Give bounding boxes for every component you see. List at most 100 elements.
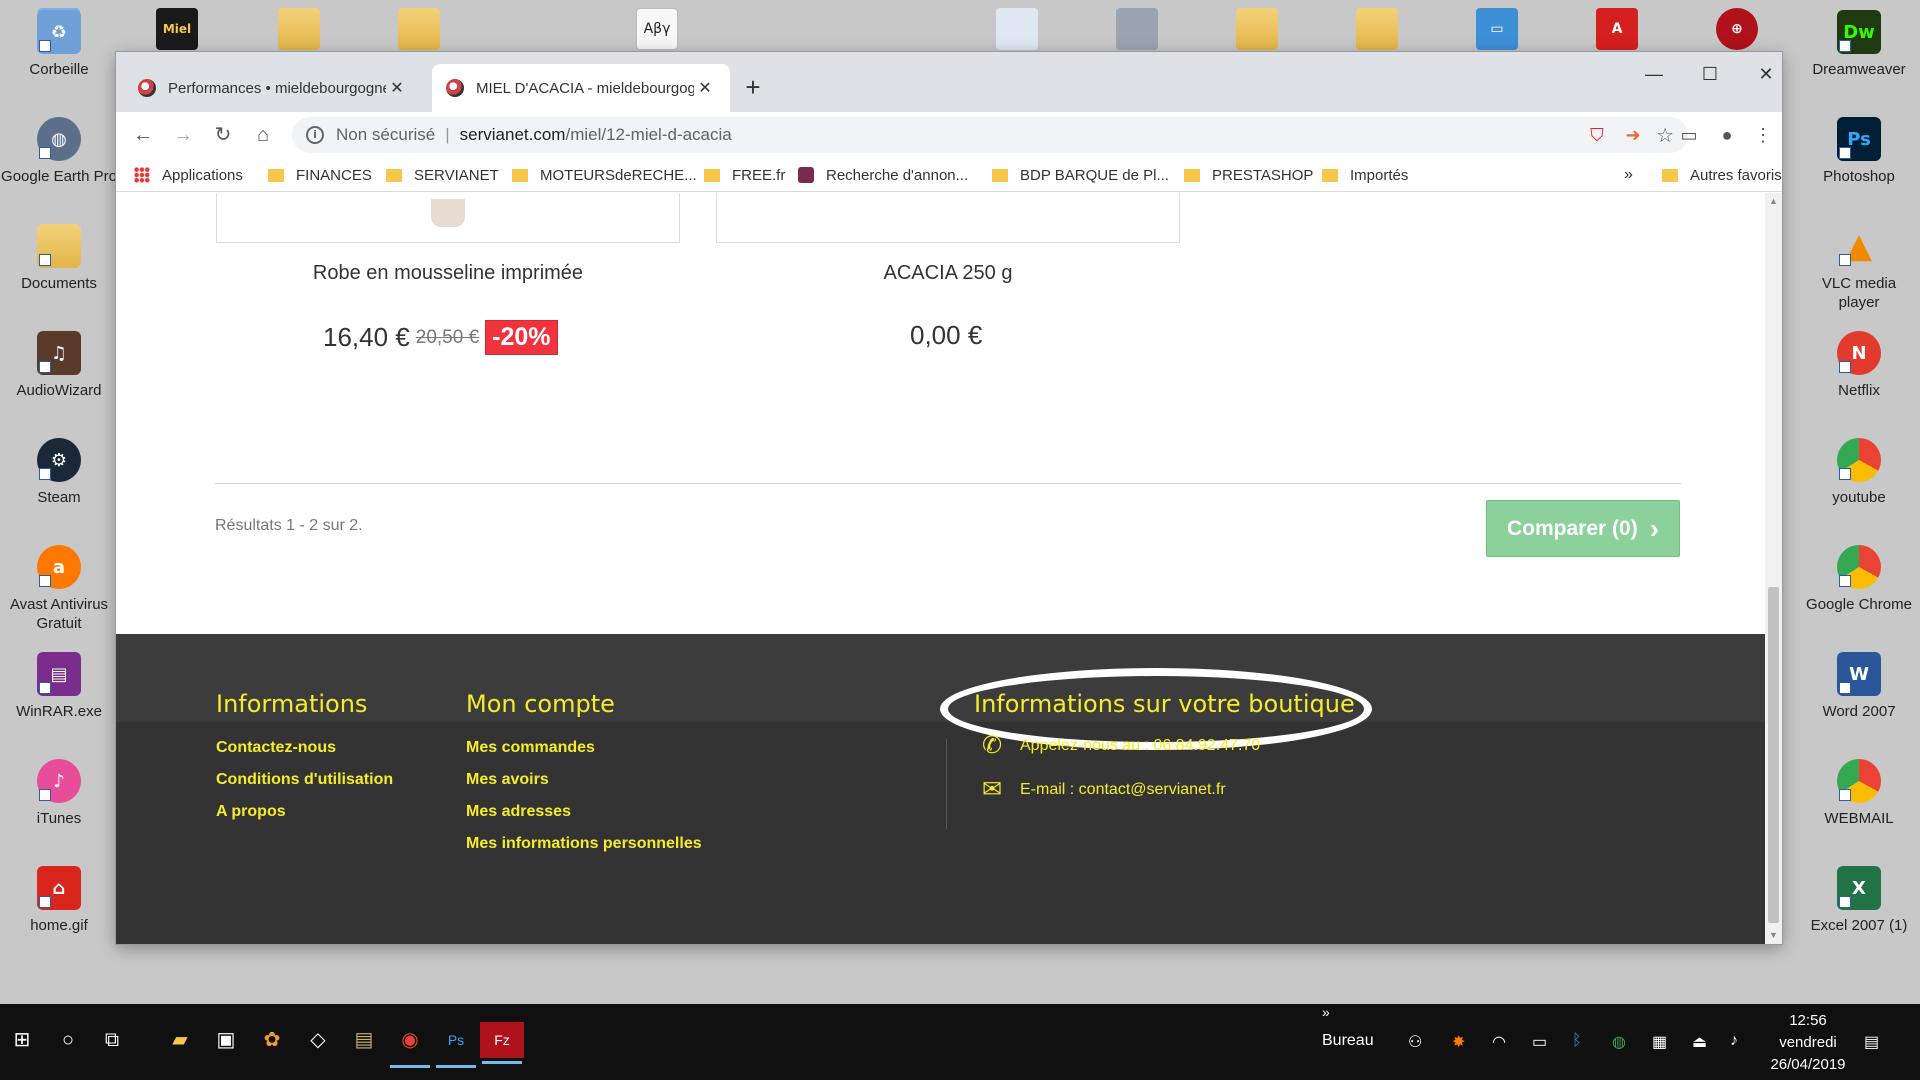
file-explorer-icon[interactable]: ▰ — [158, 1018, 202, 1062]
address-bar[interactable]: i Non sécurisé | servianet.com/miel/12-m… — [292, 117, 1688, 153]
vertical-scrollbar[interactable]: ▲ ▼ — [1765, 193, 1782, 944]
email-text[interactable]: E-mail : contact@servianet.fr — [1020, 781, 1226, 799]
document-icon[interactable] — [996, 8, 1038, 50]
avast-tray-icon[interactable]: ✸ — [1452, 1032, 1465, 1052]
ublock-shield-icon[interactable]: ⛉ — [1582, 120, 1612, 150]
desktop-icon-excel[interactable]: X Excel 2007 (1) — [1800, 866, 1918, 935]
folder-icon[interactable] — [278, 8, 320, 50]
character-map-icon[interactable]: Αβγ — [636, 8, 678, 50]
bookmark-star-icon[interactable]: ☆ — [1656, 123, 1674, 148]
other-bookmarks[interactable]: Autres favoris — [1662, 158, 1782, 192]
folder-icon[interactable] — [1236, 8, 1278, 50]
menu-icon[interactable]: ⋮ — [1748, 120, 1778, 150]
bookmark-servianet[interactable]: SERVIANET — [386, 158, 499, 192]
forward-button[interactable]: → — [168, 120, 198, 150]
extension-icon[interactable]: ➜ — [1618, 120, 1648, 150]
code-icon[interactable]: ◇ — [296, 1018, 340, 1062]
scroll-down-icon[interactable]: ▼ — [1765, 927, 1782, 944]
battery-icon[interactable]: ▭ — [1532, 1032, 1547, 1052]
desktop-icon-avast[interactable]: a Avast Antivirus Gratuit — [0, 545, 118, 633]
desktop-icon-vlc[interactable]: ▲ VLC media player — [1800, 224, 1918, 312]
paint-icon[interactable]: ✿ — [250, 1018, 294, 1062]
bookmark-recherche[interactable]: Recherche d'annon... — [798, 158, 968, 192]
usb-icon[interactable]: ⏏ — [1692, 1032, 1707, 1052]
desktop-toolbar-label[interactable]: Bureau — [1322, 1032, 1374, 1050]
photoshop-taskbar-icon[interactable]: Ps — [434, 1018, 478, 1068]
filezilla-icon[interactable]: Fz — [480, 1022, 524, 1064]
bookmark-free[interactable]: FREE.fr — [704, 158, 785, 192]
graduation-cap-icon[interactable] — [1116, 8, 1158, 50]
more-bookmarks-button[interactable]: » — [1624, 158, 1633, 192]
tab-performances[interactable]: Performances • mieldebourgogne ✕ — [124, 64, 422, 112]
maximize-button[interactable]: ☐ — [1682, 56, 1738, 92]
close-window-button[interactable]: ✕ — [1738, 56, 1794, 92]
desktop-icon-documents[interactable]: Documents — [0, 224, 118, 293]
desktop-icon-audiowizard[interactable]: ♫ AudioWizard — [0, 331, 118, 400]
store-icon[interactable]: ▣ — [204, 1018, 248, 1062]
search-icon[interactable]: ○ — [46, 1018, 90, 1062]
desktop-icon-word[interactable]: W Word 2007 — [1800, 652, 1918, 721]
desktop-icon-webmail[interactable]: WEBMAIL — [1800, 759, 1918, 828]
bookmark-finances[interactable]: FINANCES — [268, 158, 372, 192]
network-icon[interactable]: ◍ — [1612, 1032, 1626, 1052]
link-mes-adresses[interactable]: Mes adresses — [466, 796, 702, 828]
notifications-icon[interactable]: ▤ — [1864, 1032, 1879, 1052]
desktop-icon-google-earth[interactable]: ◍ Google Earth Pro — [0, 117, 118, 186]
bookmark-importes[interactable]: Importés — [1322, 158, 1408, 192]
cast-icon[interactable]: ▭ — [1674, 120, 1704, 150]
link-mes-avoirs[interactable]: Mes avoirs — [466, 764, 702, 796]
desktop-icon-photoshop[interactable]: Ps Photoshop — [1800, 117, 1918, 186]
home-button[interactable]: ⌂ — [248, 120, 278, 150]
desktop-icon-steam[interactable]: ⚙ Steam — [0, 438, 118, 507]
footer-email[interactable]: ✉ E-mail : contact@servianet.fr — [976, 775, 1226, 804]
desktop-icon-itunes[interactable]: ♪ iTunes — [0, 759, 118, 828]
bookmark-moteurs[interactable]: MOTEURSdeRECHE... — [512, 158, 697, 192]
miel-shortcut-icon[interactable]: Miel — [156, 8, 198, 50]
notepad-icon[interactable]: ▤ — [342, 1018, 386, 1062]
acrobat-icon[interactable]: A — [1596, 8, 1638, 50]
wifi-icon[interactable]: ◠ — [1492, 1032, 1506, 1052]
display-icon[interactable]: ▦ — [1652, 1032, 1667, 1052]
link-mes-commandes[interactable]: Mes commandes — [466, 732, 702, 764]
scrollbar-thumb[interactable] — [1768, 587, 1779, 923]
link-mes-informations[interactable]: Mes informations personnelles — [466, 828, 702, 860]
desktop-icon-netflix[interactable]: N Netflix — [1800, 331, 1918, 400]
system-clock[interactable]: 12:56 vendredi 26/04/2019 — [1764, 1010, 1852, 1076]
desktop-icon-corbeille[interactable]: ♻ Corbeille — [0, 10, 118, 79]
people-icon[interactable]: ⚇ — [1408, 1032, 1422, 1052]
web-globe-icon[interactable]: ⊕ — [1716, 8, 1758, 50]
close-tab-icon[interactable]: ✕ — [386, 78, 408, 98]
link-contact[interactable]: Contactez-nous — [216, 732, 393, 764]
minimize-button[interactable]: — — [1626, 56, 1682, 92]
bookmark-prestashop[interactable]: PRESTASHOP — [1184, 158, 1313, 192]
tab-miel-d-acacia[interactable]: MIEL D'ACACIA - mieldebourgogne ✕ — [432, 64, 730, 112]
volume-icon[interactable]: ♪ — [1730, 1032, 1738, 1050]
bluetooth-icon[interactable]: ᛒ — [1572, 1032, 1582, 1050]
close-tab-icon[interactable]: ✕ — [694, 78, 716, 98]
chrome-taskbar-icon[interactable]: ◉ — [388, 1018, 432, 1068]
link-conditions[interactable]: Conditions d'utilisation — [216, 764, 393, 796]
desktop-icon-home[interactable]: ⌂ home.gif — [0, 866, 118, 935]
desktop-icon-google-chrome[interactable]: Google Chrome — [1800, 545, 1918, 614]
reload-button[interactable]: ↻ — [208, 120, 238, 150]
product-image-frame[interactable] — [716, 193, 1180, 243]
desktop-icon-dreamweaver[interactable]: Dw Dreamweaver — [1800, 10, 1918, 79]
scroll-up-icon[interactable]: ▲ — [1765, 193, 1782, 210]
task-view-icon[interactable]: ⧉ — [90, 1018, 134, 1062]
folder-icon[interactable] — [398, 8, 440, 50]
start-button[interactable]: ⊞ — [0, 1018, 44, 1062]
back-button[interactable]: ← — [128, 120, 158, 150]
info-icon[interactable]: i — [306, 126, 324, 144]
bookmark-bdp[interactable]: BDP BARQUE de Pl... — [992, 158, 1169, 192]
product-image-frame[interactable] — [216, 193, 680, 243]
desktop-icon-youtube[interactable]: youtube — [1800, 438, 1918, 507]
tray-overflow-icon[interactable]: » — [1322, 1004, 1330, 1020]
compare-button[interactable]: Comparer (0) › — [1486, 500, 1680, 557]
folder-icon[interactable] — [1356, 8, 1398, 50]
product-name[interactable]: Robe en mousseline imprimée — [216, 262, 680, 285]
laptop-icon[interactable]: ▭ — [1476, 8, 1518, 50]
product-name[interactable]: ACACIA 250 g — [716, 262, 1180, 285]
desktop-icon-winrar[interactable]: ▤ WinRAR.exe — [0, 652, 118, 721]
new-tab-button[interactable]: + — [738, 72, 768, 102]
bookmark-applications[interactable]: Applications — [134, 158, 243, 192]
